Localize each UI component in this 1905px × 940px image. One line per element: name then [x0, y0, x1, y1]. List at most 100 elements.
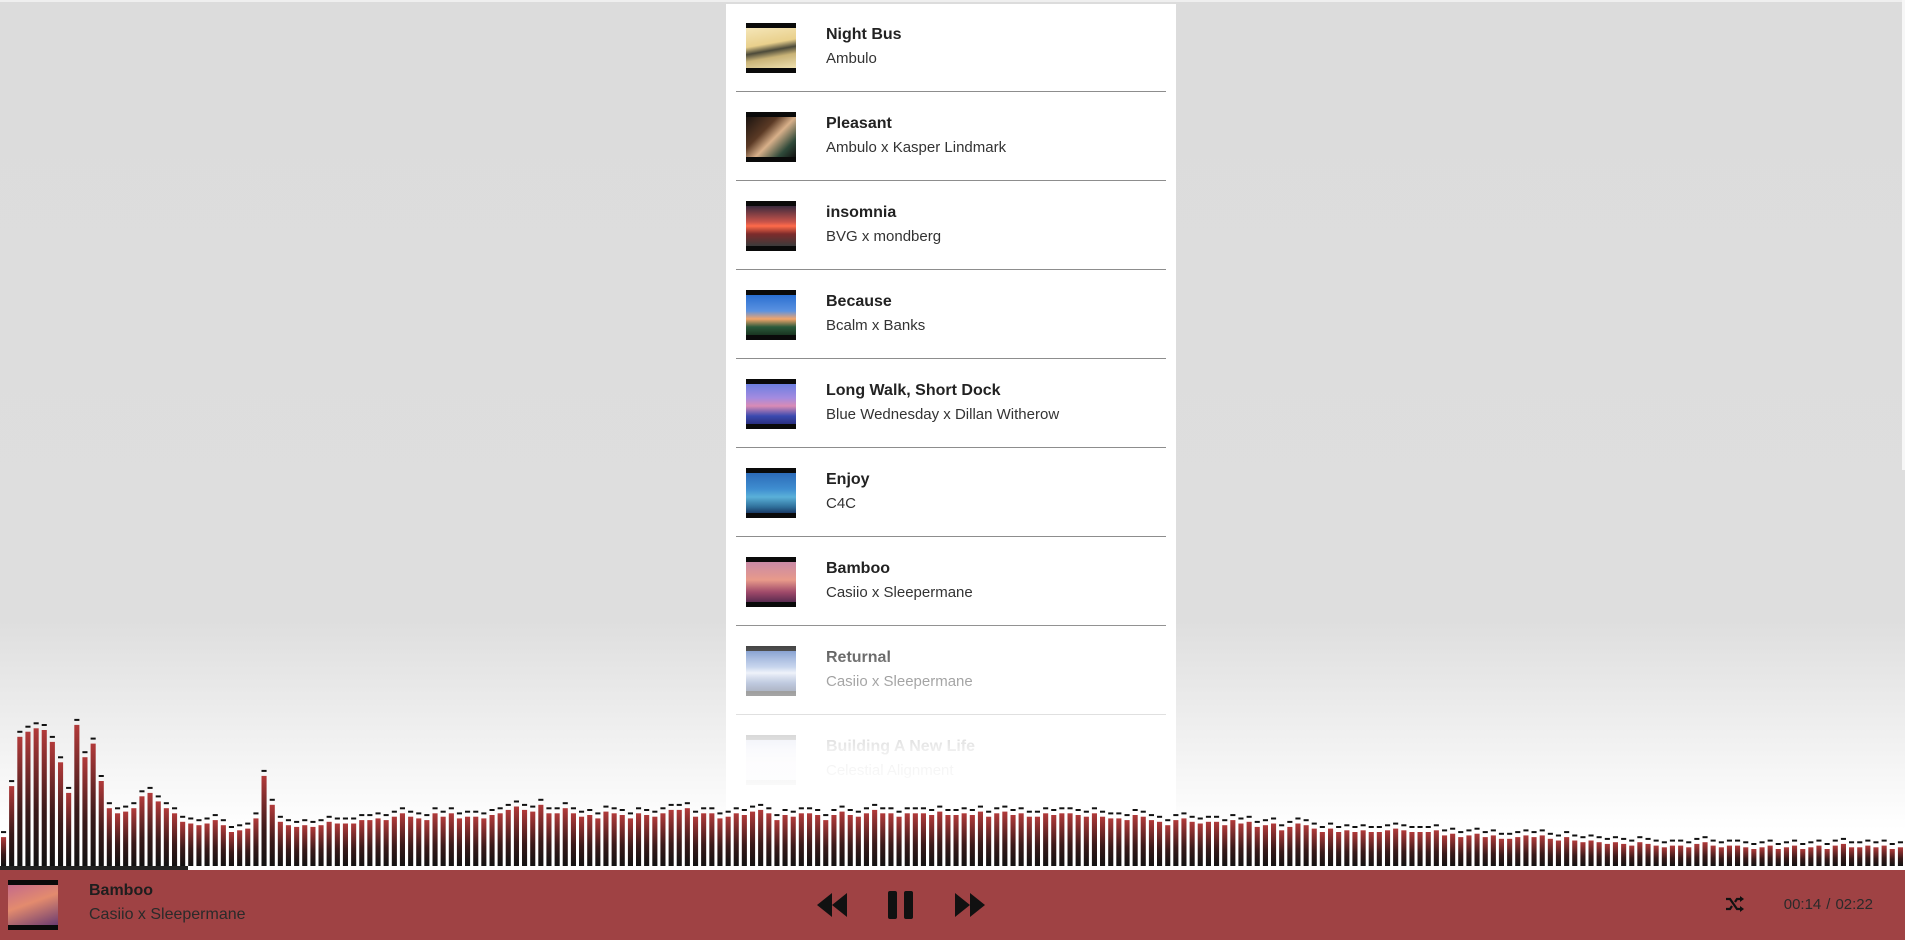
visualizer-peak: [155, 795, 161, 798]
visualizer-bar: [285, 825, 291, 866]
visualizer-peak: [1401, 824, 1407, 827]
visualizer-bar: [709, 813, 715, 866]
visualizer-bar: [196, 825, 202, 866]
playlist-track[interactable]: Bamboo Casiio x Sleepermane: [736, 538, 1166, 626]
visualizer-bar: [562, 808, 568, 866]
visualizer-peak: [375, 812, 381, 815]
track-artist: Bcalm x Banks: [826, 317, 926, 334]
playlist-track[interactable]: Night Bus Ambulo: [736, 4, 1166, 92]
visualizer-peak: [1572, 834, 1578, 837]
visualizer-peak: [522, 803, 528, 806]
visualizer-bar: [1230, 820, 1236, 866]
visualizer-bar: [538, 804, 544, 866]
visualizer-bar: [1425, 832, 1431, 866]
playlist-track[interactable]: insomnia BVG x mondberg: [736, 182, 1166, 270]
visualizer-peak: [1873, 841, 1879, 844]
visualizer-peak: [1433, 824, 1439, 827]
visualizer-peak: [1385, 824, 1391, 827]
visualizer-peak: [733, 807, 739, 810]
visualizer-bar: [318, 825, 324, 866]
playlist-track[interactable]: Long Walk, Short Dock Blue Wednesday x Di…: [736, 360, 1166, 448]
visualizer-peak: [1507, 832, 1513, 835]
visualizer-peak: [1710, 839, 1716, 842]
visualizer-bar: [855, 816, 861, 866]
visualizer-bar: [228, 832, 234, 866]
playlist-track[interactable]: Enjoy C4C: [736, 449, 1166, 537]
visualizer-peak: [994, 807, 1000, 810]
visualizer-bar: [1222, 825, 1228, 866]
visualizer-bar: [627, 818, 633, 866]
visualizer-bar: [1287, 826, 1293, 866]
playlist-track[interactable]: Because Bcalm x Banks: [736, 271, 1166, 359]
visualizer-peak: [1417, 826, 1423, 828]
visualizer-peak: [1824, 843, 1830, 845]
visualizer-peak: [676, 803, 682, 806]
visualizer-bar: [1661, 847, 1667, 866]
visualizer-peak: [147, 786, 153, 789]
visualizer-bar: [1214, 821, 1220, 866]
visualizer-bar: [391, 816, 397, 866]
visualizer-peak: [351, 817, 357, 820]
visualizer-peak: [717, 812, 723, 815]
visualizer-bar: [1596, 842, 1602, 866]
shuffle-button[interactable]: [1724, 894, 1744, 919]
visualizer-peak: [863, 807, 869, 810]
visualizer-bar: [823, 820, 829, 866]
visualizer-bar: [1026, 816, 1032, 866]
visualizer-peak: [17, 730, 23, 733]
visualizer-bar: [1352, 832, 1358, 866]
visualizer-bar: [1401, 830, 1407, 866]
visualizer-bar: [1018, 813, 1024, 866]
visualizer-bar: [831, 815, 837, 866]
visualizer-bar: [977, 811, 983, 866]
visualizer-bar: [489, 815, 495, 866]
track-cover: [746, 201, 796, 251]
visualizer-peak: [1458, 831, 1464, 834]
visualizer-peak: [1043, 807, 1049, 810]
visualizer-peak: [1100, 810, 1106, 813]
visualizer-bar: [253, 818, 259, 866]
visualizer-peak: [1612, 836, 1618, 839]
visualizer-bar: [1075, 815, 1081, 866]
visualizer-bar: [595, 818, 601, 866]
visualizer-bar: [1303, 825, 1309, 866]
visualizer-peak: [644, 809, 650, 811]
visualizer-peak: [652, 810, 658, 813]
visualizer-bar: [1189, 821, 1195, 866]
visualizer-peak: [1409, 826, 1415, 828]
visualizer-bar: [1311, 828, 1317, 866]
visualizer-peak: [465, 810, 471, 813]
visualizer-peak: [1026, 810, 1032, 813]
visualizer-peak: [1564, 831, 1570, 834]
visualizer-bar: [701, 813, 707, 866]
track-artist: BVG x mondberg: [826, 228, 942, 245]
visualizer-bar: [237, 830, 243, 866]
visualizer-bar: [693, 816, 699, 866]
next-button[interactable]: [952, 887, 988, 928]
visualizer-bar: [1344, 830, 1350, 866]
pause-button[interactable]: [886, 887, 916, 928]
visualizer-bar: [1694, 843, 1700, 866]
visualizer-peak: [58, 756, 64, 759]
visualizer-bar: [986, 816, 992, 866]
visualizer-bar: [1507, 838, 1513, 866]
fast-forward-icon: [955, 893, 985, 917]
visualizer-bar: [1100, 816, 1106, 866]
visualizer-bar: [570, 813, 576, 866]
visualizer-bar: [1547, 838, 1553, 866]
visualizer-bar: [180, 821, 186, 866]
visualizer-peak: [1303, 819, 1309, 822]
track-title: Night Bus: [826, 26, 902, 43]
playlist-track[interactable]: Pleasant Ambulo x Kasper Lindmark: [736, 93, 1166, 181]
visualizer-bar: [1564, 837, 1570, 866]
visualizer-bar: [1254, 826, 1260, 866]
visualizer-bar: [863, 813, 869, 866]
visualizer-bar: [1246, 821, 1252, 866]
visualizer-bar: [473, 816, 479, 866]
visualizer-peak: [261, 769, 267, 772]
visualizer-bar: [912, 813, 918, 866]
previous-button[interactable]: [815, 887, 851, 928]
visualizer-bar: [758, 809, 764, 866]
visualizer-bar: [1808, 847, 1814, 866]
visualizer-bar: [58, 762, 64, 866]
